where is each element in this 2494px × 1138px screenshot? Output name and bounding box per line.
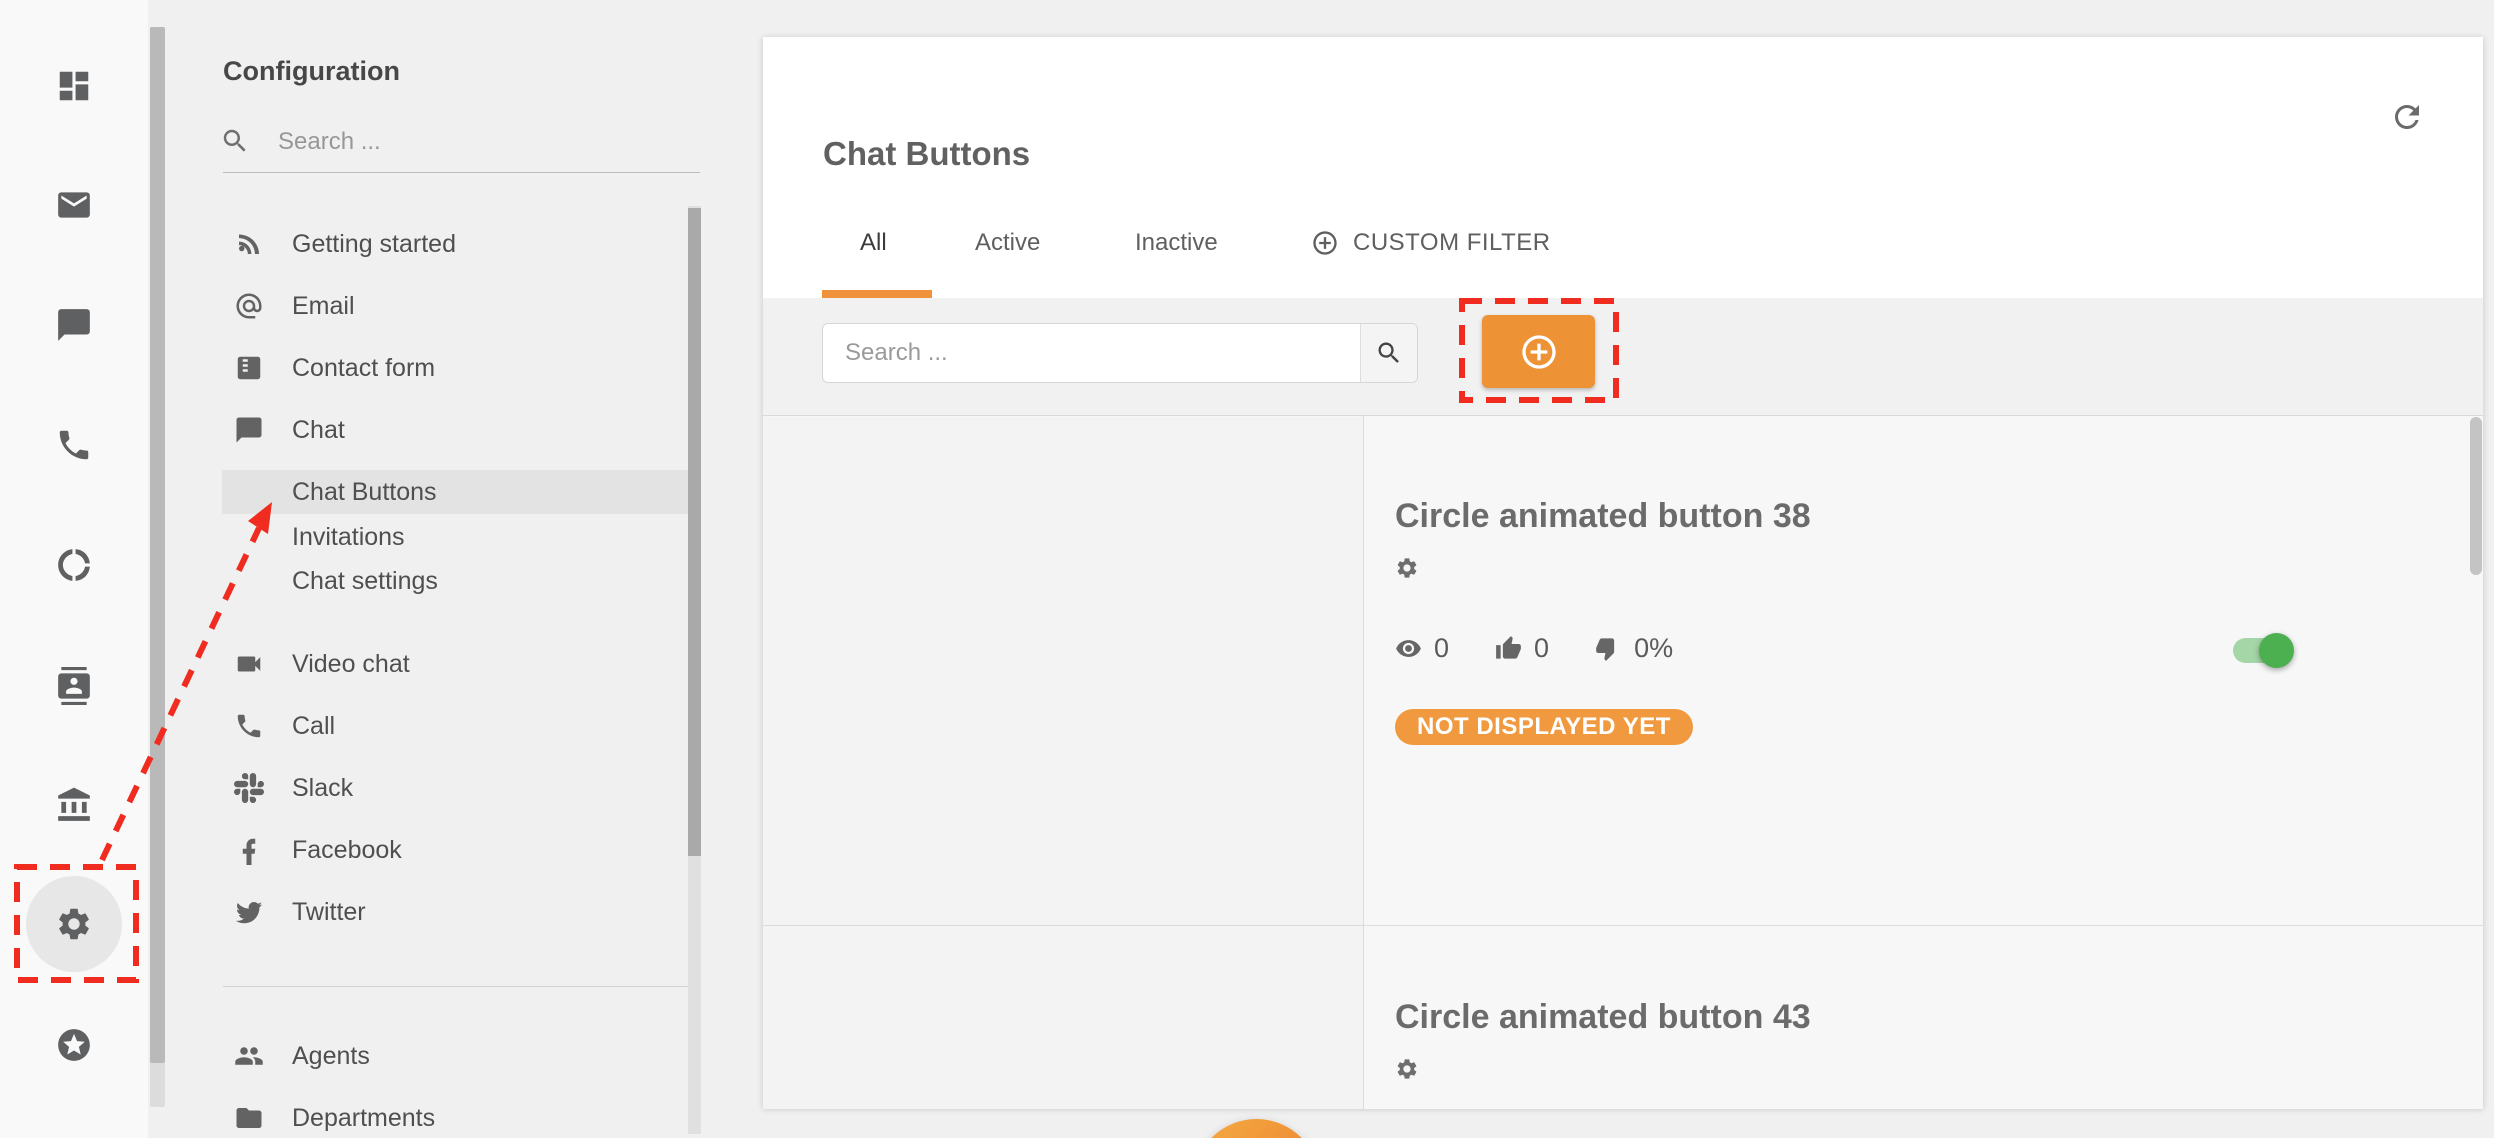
menu-item-chat[interactable]: Chat bbox=[166, 408, 688, 452]
menu-item-chat-settings[interactable]: Chat settings bbox=[166, 559, 688, 603]
toolbar bbox=[763, 298, 2483, 415]
menu-item-facebook[interactable]: Facebook bbox=[166, 828, 688, 872]
tab-inactive[interactable]: Inactive bbox=[1135, 221, 1218, 265]
gear-icon[interactable] bbox=[1395, 556, 1419, 580]
menu-divider bbox=[223, 986, 700, 987]
views-stat: 0 bbox=[1395, 633, 1449, 664]
add-circle-icon bbox=[1519, 332, 1559, 372]
main-scrollbar-thumb[interactable] bbox=[2470, 417, 2482, 575]
row-divider bbox=[763, 925, 2483, 926]
dashboard-icon[interactable] bbox=[55, 67, 93, 105]
circle-chat-button[interactable] bbox=[1193, 1119, 1320, 1138]
phone-icon bbox=[234, 711, 264, 741]
search-submit-button[interactable] bbox=[1360, 324, 1417, 382]
bank-icon[interactable] bbox=[55, 786, 93, 824]
row-toggle[interactable] bbox=[2233, 638, 2293, 663]
rss-icon bbox=[234, 229, 264, 259]
form-icon bbox=[234, 353, 264, 383]
configuration-panel: Configuration Getting started Email Cont… bbox=[166, 0, 700, 1138]
phone-icon[interactable] bbox=[55, 426, 93, 464]
mail-icon[interactable] bbox=[55, 186, 93, 224]
agents-icon bbox=[234, 1041, 264, 1071]
add-chat-button[interactable] bbox=[1482, 315, 1595, 388]
row-title: Circle animated button 38 bbox=[1395, 497, 1811, 536]
list-search-group bbox=[822, 323, 1418, 383]
search-icon bbox=[1375, 339, 1403, 367]
column-divider bbox=[1363, 416, 1364, 1109]
menu-item-invitations[interactable]: Invitations bbox=[166, 515, 688, 559]
contacts-icon[interactable] bbox=[55, 667, 93, 705]
progress-ring-icon[interactable] bbox=[55, 546, 93, 584]
conversion-stat: 0% bbox=[1595, 633, 1673, 664]
menu-item-contact-form[interactable]: Contact form bbox=[166, 346, 688, 390]
refresh-icon[interactable] bbox=[2389, 99, 2425, 135]
status-badge: NOT DISPLAYED YET bbox=[1395, 709, 1693, 745]
config-search-input[interactable] bbox=[276, 120, 650, 164]
row-details-cell bbox=[1364, 417, 2483, 925]
departments-icon bbox=[234, 1103, 264, 1133]
twitter-icon bbox=[234, 897, 264, 927]
at-icon bbox=[234, 291, 264, 321]
thumb-down-icon bbox=[1595, 635, 1622, 662]
menu-item-getting-started[interactable]: Getting started bbox=[166, 222, 688, 266]
left-nav-rail bbox=[0, 0, 148, 1138]
active-tab-underline bbox=[822, 290, 932, 298]
menu-item-agents[interactable]: Agents bbox=[166, 1034, 688, 1078]
facebook-icon bbox=[234, 835, 264, 865]
menu-item-chat-buttons[interactable]: Chat Buttons bbox=[222, 470, 688, 514]
chat-icon[interactable] bbox=[55, 306, 93, 344]
tab-active[interactable]: Active bbox=[975, 221, 1040, 265]
menu-item-departments[interactable]: Departments bbox=[166, 1096, 688, 1138]
menu-item-email[interactable]: Email bbox=[166, 284, 688, 328]
menu-item-video-chat[interactable]: Video chat bbox=[166, 642, 688, 686]
row-stats: 0 0 0% bbox=[1395, 633, 1673, 664]
add-circle-icon bbox=[1311, 229, 1339, 257]
panel-title: Configuration bbox=[223, 56, 400, 87]
chat-buttons-card: Chat Buttons All Active Inactive CUSTOM … bbox=[763, 37, 2483, 1108]
row-preview-cell bbox=[763, 926, 1363, 1109]
tab-custom-filter[interactable]: CUSTOM FILTER bbox=[1311, 221, 1551, 265]
settings-icon[interactable] bbox=[55, 905, 93, 943]
tab-all[interactable]: All bbox=[860, 221, 887, 265]
menu-item-twitter[interactable]: Twitter bbox=[166, 890, 688, 934]
row-title: Circle animated button 43 bbox=[1395, 998, 1811, 1037]
thumb-up-icon bbox=[1495, 635, 1522, 662]
left-scrollbar-thumb[interactable] bbox=[150, 27, 165, 1063]
search-icon bbox=[220, 126, 250, 156]
gear-icon[interactable] bbox=[1395, 1057, 1419, 1081]
slack-icon bbox=[234, 773, 264, 803]
row-preview-cell bbox=[763, 417, 1363, 925]
page-title: Chat Buttons bbox=[823, 135, 1030, 173]
search-underline bbox=[223, 172, 700, 173]
toggle-knob bbox=[2259, 633, 2294, 668]
list-search-input[interactable] bbox=[823, 324, 1360, 382]
eye-icon bbox=[1395, 635, 1422, 662]
config-scrollbar-thumb[interactable] bbox=[688, 208, 701, 856]
card-header: Chat Buttons All Active Inactive CUSTOM … bbox=[763, 37, 2483, 298]
likes-stat: 0 bbox=[1495, 633, 1549, 664]
chat-bubble-icon bbox=[234, 415, 264, 445]
menu-item-slack[interactable]: Slack bbox=[166, 766, 688, 810]
menu-item-call[interactable]: Call bbox=[166, 704, 688, 748]
star-circle-icon[interactable] bbox=[55, 1026, 93, 1064]
video-icon bbox=[234, 649, 264, 679]
app-window: Configuration Getting started Email Cont… bbox=[0, 0, 2494, 1138]
